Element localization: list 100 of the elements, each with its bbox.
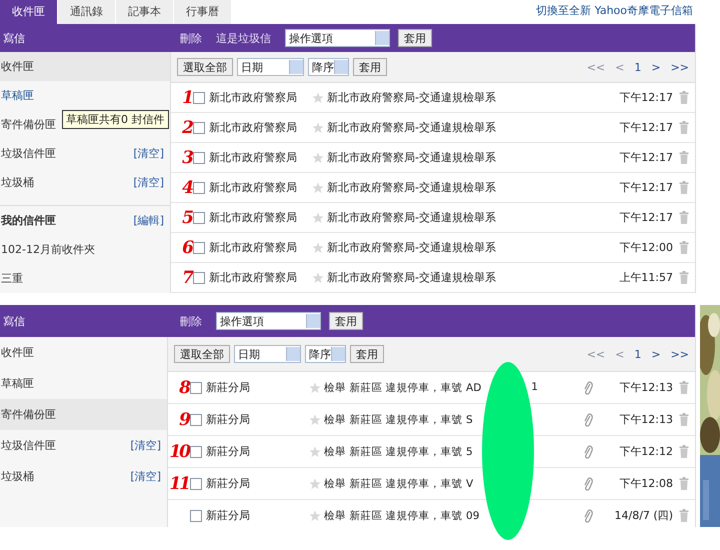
checkbox[interactable] — [190, 446, 202, 458]
trash-icon[interactable] — [679, 509, 689, 522]
pager-link[interactable]: 1 — [634, 60, 642, 74]
paperclip-icon — [583, 412, 593, 426]
sender-cell-text: 新北市政府警察局 — [209, 180, 298, 195]
empty-link[interactable]: [清空] — [133, 175, 164, 190]
star-icon[interactable] — [312, 122, 324, 134]
handwritten-number: 11 — [169, 474, 189, 494]
checkbox[interactable] — [193, 122, 205, 134]
sort-field-dropdown[interactable]: 日期 — [237, 58, 304, 76]
trash-icon[interactable] — [679, 271, 689, 284]
apply-button[interactable]: 套用 — [329, 312, 363, 330]
trash-icon[interactable] — [679, 91, 689, 104]
select-all-button[interactable]: 選取全部 — [177, 58, 233, 76]
sort-order-dropdown[interactable]: 降序 — [308, 58, 349, 76]
pager-link[interactable]: > — [651, 348, 661, 360]
time-cell-text: 上午11:57 — [618, 270, 673, 285]
subject-cell: 新北市政府警察局-交通違規檢舉系 — [327, 90, 496, 105]
pager-link[interactable]: >> — [670, 60, 689, 74]
trash-icon[interactable] — [679, 211, 689, 224]
pager-link[interactable]: >> — [670, 348, 689, 360]
checkbox[interactable] — [190, 478, 202, 490]
tooltip: 草稿匣共有0 封信件 — [62, 110, 168, 129]
checkbox[interactable] — [193, 242, 205, 254]
handwritten-number: 2 — [182, 118, 192, 138]
compose-link[interactable]: 寫信 — [3, 32, 25, 44]
sort-field-dropdown[interactable]: 日期 — [234, 345, 301, 363]
action-link[interactable]: 這是垃圾信 — [216, 30, 271, 46]
trash-icon[interactable] — [679, 477, 689, 490]
trash-icon[interactable] — [679, 381, 689, 394]
trash-icon[interactable] — [679, 413, 689, 426]
star-icon[interactable] — [312, 212, 324, 224]
trash-icon[interactable] — [679, 121, 689, 134]
pager-link[interactable]: > — [651, 60, 661, 74]
empty-link[interactable]: [清空] — [130, 469, 161, 484]
sort-order-dropdown[interactable]: 降序 — [305, 345, 346, 363]
folder-item[interactable]: 寄件備份匣 — [1, 117, 56, 132]
star-icon[interactable] — [309, 478, 321, 490]
compose-link[interactable]: 寫信 — [3, 314, 25, 328]
edit-link[interactable]: [編輯] — [133, 213, 164, 228]
checkbox[interactable] — [193, 152, 205, 164]
actions-dropdown[interactable]: 操作選項 — [285, 29, 390, 47]
action-link[interactable]: 刪除 — [180, 314, 202, 328]
apply-button[interactable]: 套用 — [398, 29, 432, 47]
time-cell-text: 下午12:12 — [618, 444, 673, 459]
star-icon[interactable] — [312, 272, 324, 284]
trash-icon[interactable] — [679, 241, 689, 254]
trash-icon[interactable] — [679, 445, 689, 458]
paperclip-icon — [583, 444, 593, 458]
subject-cell: 檢舉 新莊區 違規停車，車號 V — [324, 476, 474, 490]
folder-item[interactable]: 垃圾桶 — [1, 175, 34, 190]
folder-item[interactable]: 垃圾桶 — [1, 469, 34, 484]
tab[interactable]: 記事本 — [116, 0, 174, 24]
folder-item[interactable]: 102-12月前收件夾 — [1, 242, 95, 257]
folder-item[interactable]: 收件匣 — [1, 345, 34, 360]
subject-cell: 新北市政府警察局-交通違規檢舉系 — [327, 240, 496, 255]
tab[interactable]: 行事曆 — [174, 0, 232, 24]
checkbox[interactable] — [190, 382, 202, 394]
subject-cell: 檢舉 新莊區 違規停車，車號 09 — [324, 508, 480, 522]
time-cell-text: 下午12:17 — [618, 90, 673, 105]
action-link[interactable]: 刪除 — [180, 30, 202, 46]
folder-item[interactable]: 收件匣 — [1, 59, 34, 74]
star-icon[interactable] — [309, 382, 321, 394]
subject-cell: 新北市政府警察局-交通違規檢舉系 — [327, 270, 496, 285]
star-icon[interactable] — [312, 152, 324, 164]
select-all-button[interactable]: 選取全部 — [174, 345, 230, 363]
folder-item[interactable]: 草稿匣 — [1, 376, 34, 391]
time-cell-text: 下午12:13 — [618, 412, 673, 427]
empty-link[interactable]: [清空] — [133, 146, 164, 161]
star-icon[interactable] — [312, 92, 324, 104]
checkbox[interactable] — [190, 510, 202, 522]
star-icon[interactable] — [309, 510, 321, 522]
actions-dropdown[interactable]: 操作選項 — [216, 312, 321, 330]
tab[interactable]: 通訊錄 — [58, 0, 116, 24]
folder-item[interactable]: 垃圾信件匣 — [1, 438, 56, 453]
trash-icon[interactable] — [679, 151, 689, 164]
empty-link[interactable]: [清空] — [130, 438, 161, 453]
trash-icon[interactable] — [679, 181, 689, 194]
switch-link[interactable]: 切換至全新 Yahoo奇摩電子信箱 — [536, 3, 697, 24]
section-heading[interactable]: 我的信件匣 — [1, 213, 56, 228]
checkbox[interactable] — [193, 212, 205, 224]
star-icon[interactable] — [309, 414, 321, 426]
pager-link[interactable]: 1 — [634, 348, 642, 360]
apply-button[interactable]: 套用 — [350, 345, 384, 363]
star-icon[interactable] — [312, 242, 324, 254]
sender-cell-text: 新莊分局 — [206, 380, 251, 395]
tab[interactable]: 收件匣 — [0, 0, 58, 24]
checkbox[interactable] — [193, 182, 205, 194]
star-icon[interactable] — [309, 446, 321, 458]
folder-item[interactable]: 三重 — [1, 271, 23, 286]
folder-item[interactable]: 垃圾信件匣 — [1, 146, 56, 161]
star-icon[interactable] — [312, 182, 324, 194]
time-cell-text: 下午12:17 — [618, 150, 673, 165]
apply-button[interactable]: 套用 — [353, 58, 387, 76]
sender-cell-text: 新莊分局 — [206, 444, 251, 459]
checkbox[interactable] — [193, 272, 205, 284]
folder-item[interactable]: 寄件備份匣 — [1, 407, 56, 422]
checkbox[interactable] — [190, 414, 202, 426]
checkbox[interactable] — [193, 92, 205, 104]
folder-item[interactable]: 草稿匣 — [1, 88, 34, 103]
